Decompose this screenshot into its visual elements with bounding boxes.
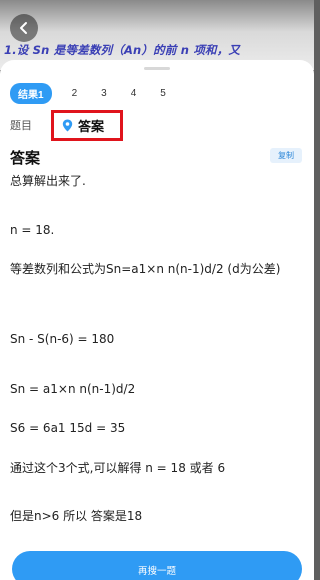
search-again-button[interactable]: 再搜一题 <box>12 551 302 580</box>
back-button[interactable] <box>10 14 38 42</box>
result-tabs: 结果1 2 3 4 5 <box>10 82 190 104</box>
answer-line: n = 18. <box>10 223 55 237</box>
answer-sheet: 结果1 2 3 4 5 题目 答案 答案 复制 总算解出来了. n = 18. … <box>0 60 314 580</box>
tab-result-5[interactable]: 5 <box>160 88 166 99</box>
answer-line: 总算解出来了. <box>10 174 86 188</box>
copy-button[interactable]: 复制 <box>270 148 302 163</box>
answer-line: Sn - S(n-6) = 180 <box>10 332 115 346</box>
tab-result-4[interactable]: 4 <box>131 88 137 99</box>
answer-line: S6 = 6a1 15d = 35 <box>10 421 126 435</box>
answer-tab-label: 答案 <box>78 120 105 135</box>
answer-line: 通过这个3个式,可以解得 n = 18 或者 6 <box>10 461 226 475</box>
answer-line: 但是n>6 所以 答案是18 <box>10 509 143 523</box>
answer-heading: 答案 <box>10 149 41 167</box>
tab-result-3[interactable]: 3 <box>101 88 107 99</box>
answer-line: Sn = a1×n n(n-1)d/2 <box>10 382 136 396</box>
tab-answer[interactable]: 答案 <box>51 110 123 141</box>
tab-question[interactable]: 题目 <box>10 117 32 133</box>
location-pin-icon <box>62 119 73 132</box>
chevron-left-icon <box>20 22 27 34</box>
tab-result-2[interactable]: 2 <box>72 88 78 99</box>
question-photo-text: 1.设 Sn 是等差数列（An）的前 n 项和，又 <box>4 43 241 57</box>
drag-handle[interactable] <box>144 67 170 70</box>
tab-result-1[interactable]: 结果1 <box>10 82 52 104</box>
answer-line: 等差数列和公式为Sn=a1×n n(n-1)d/2 (d为公差) <box>10 262 281 276</box>
